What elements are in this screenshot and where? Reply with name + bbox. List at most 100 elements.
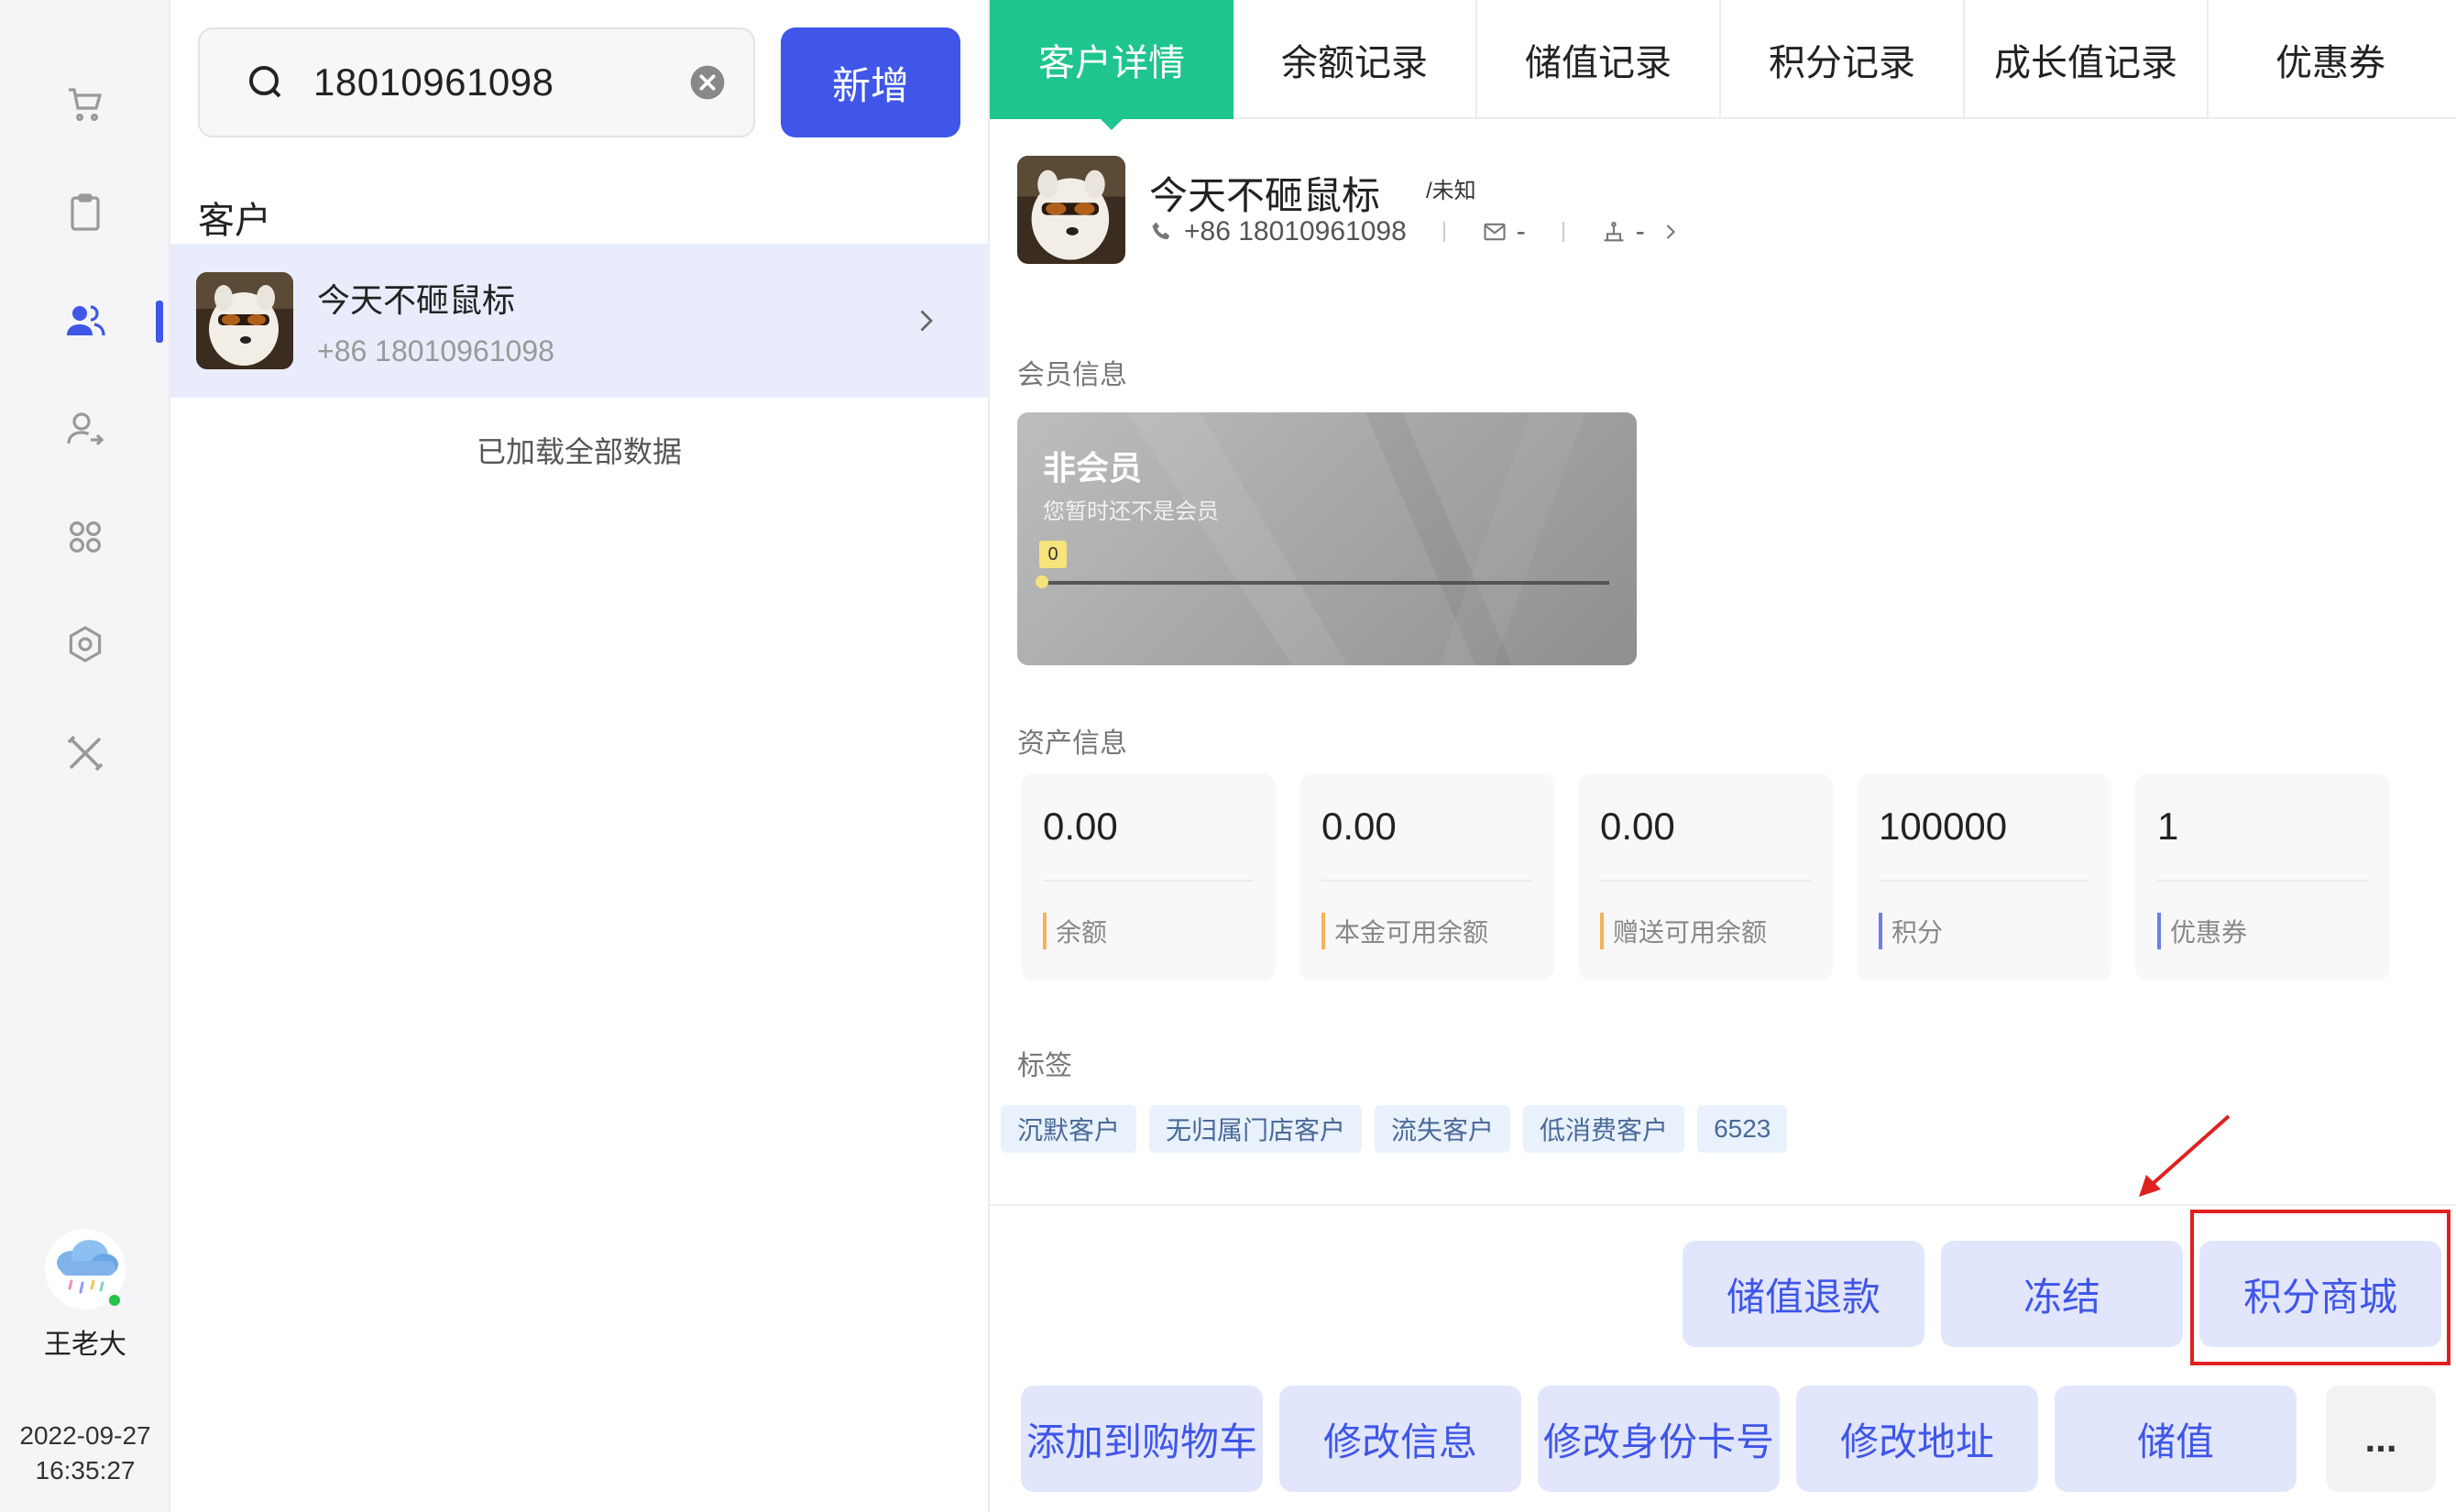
profile-email: - <box>1516 216 1526 247</box>
edit-id-card-button[interactable]: 修改身份卡号 <box>1538 1386 1780 1492</box>
more-button[interactable]: ... <box>2326 1386 2436 1492</box>
divider <box>990 1204 2456 1206</box>
customer-name: 今天不砸鼠标 <box>317 280 516 319</box>
nav-user-transfer[interactable] <box>0 392 170 466</box>
divider <box>1442 222 1445 242</box>
highlight-box <box>2190 1210 2451 1365</box>
current-time: 16:35:27 <box>35 1456 136 1485</box>
asset-points[interactable]: 100000 积分 <box>1857 773 2111 981</box>
tab-coupons[interactable]: 优惠券 <box>2209 0 2452 119</box>
asset-value: 1 <box>2157 805 2179 848</box>
asset-coupons[interactable]: 1 优惠券 <box>2135 773 2390 981</box>
asset-label: 赠送可用余额 <box>1600 913 1767 949</box>
member-status: 非会员 <box>1043 449 1143 487</box>
profile-avatar <box>1017 156 1125 264</box>
tags-section-label: 标签 <box>1017 1051 1072 1081</box>
tag: 低消费客户 <box>1523 1105 1685 1153</box>
loaded-all-text: 已加载全部数据 <box>476 435 682 468</box>
tab-label: 客户详情 <box>1038 43 1185 83</box>
top-up-button[interactable]: 储值 <box>2055 1386 2297 1492</box>
customer-profile: 今天不砸鼠标 /未知 +86 18010961098 - - <box>1017 156 2429 266</box>
profile-name: 今天不砸鼠标 <box>1149 174 1381 217</box>
mail-icon <box>1484 223 1506 241</box>
profile-contact[interactable]: +86 18010961098 - - <box>1149 216 1693 247</box>
tab-points-records[interactable]: 积分记录 <box>1721 0 1965 119</box>
freeze-button[interactable]: 冻结 <box>1941 1241 2183 1347</box>
asset-bonus-balance[interactable]: 0.00 赠送可用余额 <box>1578 773 1833 981</box>
assets-section-label: 资产信息 <box>1017 729 1127 759</box>
asset-label: 本金可用余额 <box>1321 913 1488 949</box>
asset-cards: 0.00 余额 0.00 本金可用余额 0.00 赠送可用余额 100000 积… <box>1021 773 2414 981</box>
edit-info-button[interactable]: 修改信息 <box>1279 1386 1521 1492</box>
detail-tabs: 客户详情 余额记录 储值记录 积分记录 成长值记录 优惠券 <box>990 0 2456 130</box>
divider <box>1562 222 1564 242</box>
edit-address-button[interactable]: 修改地址 <box>1796 1386 2038 1492</box>
clipboard-icon <box>71 193 100 231</box>
tab-stored-value-records[interactable]: 储值记录 <box>1477 0 1721 119</box>
member-level-badge: 0 <box>1039 541 1067 568</box>
divider <box>1043 880 1254 882</box>
asset-label: 余额 <box>1043 913 1107 949</box>
stored-value-refund-button[interactable]: 储值退款 <box>1683 1241 1924 1347</box>
tab-balance-records[interactable]: 余额记录 <box>1233 0 1477 119</box>
phone-icon <box>1152 222 1170 240</box>
divider <box>1321 880 1532 882</box>
nav-customers[interactable] <box>0 284 170 357</box>
customer-avatar <box>196 272 293 369</box>
tab-customer-detail[interactable]: 客户详情 <box>990 0 1233 130</box>
profile-phone: +86 18010961098 <box>1184 216 1407 247</box>
user-transfer-icon <box>67 412 104 446</box>
tag: 流失客户 <box>1375 1105 1511 1153</box>
tag: 无归属门店客户 <box>1149 1105 1363 1153</box>
apps-icon <box>70 521 102 553</box>
current-user[interactable]: 王老大 <box>0 1228 170 1362</box>
tab-label: 优惠券 <box>2275 43 2385 83</box>
profile-org: - <box>1635 216 1645 247</box>
tag-list: 沉默客户 无归属门店客户 流失客户 低消费客户 6523 <box>1001 1105 1800 1153</box>
search-icon <box>249 66 281 98</box>
asset-balance[interactable]: 0.00 余额 <box>1021 773 1276 981</box>
search-field[interactable]: 18010961098 <box>198 27 755 137</box>
member-progress-dot <box>1036 575 1048 588</box>
annotation-arrow-icon <box>2139 1114 2231 1197</box>
dog-avatar-icon <box>1017 156 1125 264</box>
nav-orders[interactable] <box>0 176 170 249</box>
tag: 沉默客户 <box>1001 1105 1137 1153</box>
customer-phone: +86 18010961098 <box>317 334 554 367</box>
search-input[interactable]: 18010961098 <box>313 60 689 104</box>
customer-section-label: 客户 <box>198 201 271 241</box>
user-name: 王老大 <box>44 1330 126 1360</box>
member-section-label: 会员信息 <box>1017 360 1127 390</box>
divider <box>1600 880 1811 882</box>
tab-label: 成长值记录 <box>1994 43 2177 83</box>
asset-label: 积分 <box>1879 913 1943 949</box>
side-nav: 王老大 2022-09-27 16:35:27 <box>0 0 170 1512</box>
asset-value: 100000 <box>1879 805 2008 848</box>
tab-label: 积分记录 <box>1769 43 1915 83</box>
chevron-right-icon <box>920 310 933 332</box>
nav-apps[interactable] <box>0 500 170 574</box>
nav-settings[interactable] <box>0 608 170 682</box>
asset-principal-balance[interactable]: 0.00 本金可用余额 <box>1299 773 1554 981</box>
divider <box>2157 880 2368 882</box>
profile-gender: /未知 <box>1426 179 1476 203</box>
asset-value: 0.00 <box>1043 805 1118 848</box>
divider <box>1879 880 2089 882</box>
asset-value: 0.00 <box>1600 805 1675 848</box>
member-card: 非会员 您暂时还不是会员 0 <box>1017 412 1637 665</box>
member-status-desc: 您暂时还不是会员 <box>1043 499 1219 524</box>
tab-growth-records[interactable]: 成长值记录 <box>1965 0 2209 119</box>
chevron-right-icon <box>1666 225 1675 239</box>
list-item[interactable]: 今天不砸鼠标 +86 18010961098 <box>170 244 988 398</box>
user-avatar <box>44 1228 126 1310</box>
member-progress-track <box>1041 581 1609 585</box>
nav-tools[interactable] <box>0 717 170 790</box>
customer-list-panel: 18010961098 新增 客户 今天不砸鼠标 +86 18010961098… <box>170 0 990 1512</box>
nav-cart[interactable] <box>0 68 170 141</box>
tab-active-notch <box>1099 117 1124 130</box>
add-to-cart-button[interactable]: 添加到购物车 <box>1021 1386 1263 1492</box>
clear-icon[interactable] <box>689 64 726 101</box>
datetime: 2022-09-27 16:35:27 <box>0 1419 170 1488</box>
tab-label: 余额记录 <box>1281 43 1428 83</box>
add-customer-button[interactable]: 新增 <box>781 27 960 137</box>
